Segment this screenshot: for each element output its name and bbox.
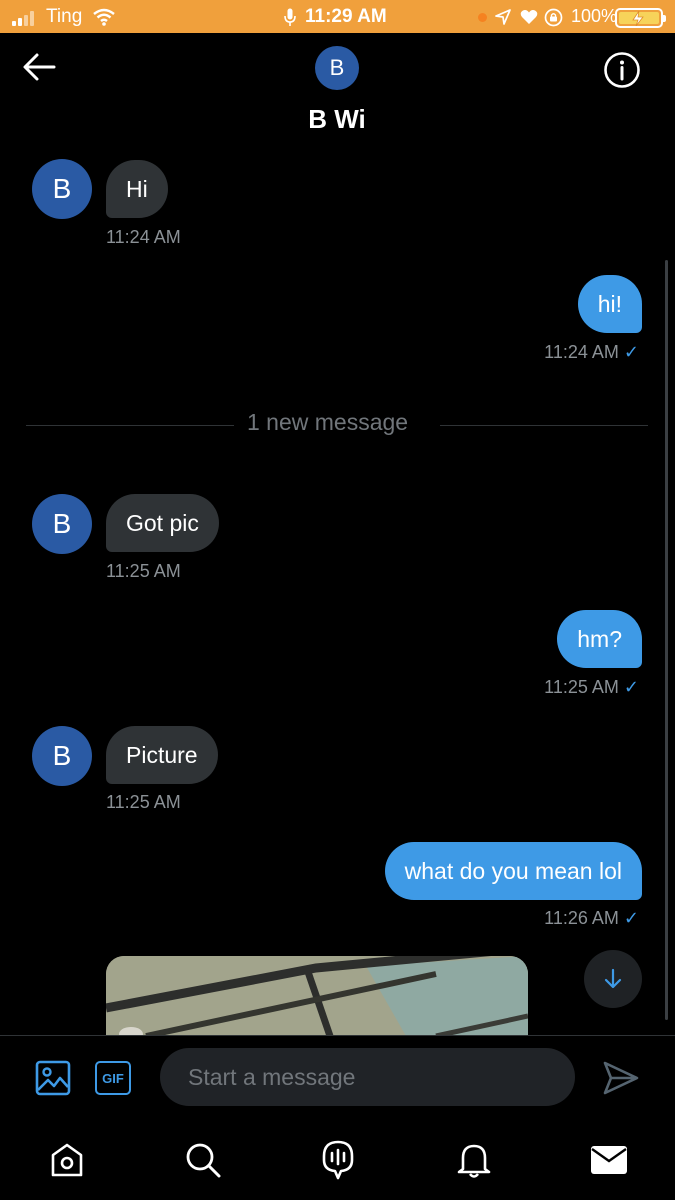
composer-divider (0, 1035, 675, 1036)
battery-icon (615, 8, 666, 28)
tab-notifications[interactable] (452, 1138, 496, 1182)
message-timestamp: 11:25 AM (106, 561, 181, 581)
info-icon[interactable] (603, 51, 641, 89)
sender-avatar-letter: B (52, 173, 72, 204)
read-check-icon: ✓ (623, 342, 639, 362)
location-icon (495, 9, 511, 25)
spaces-microphone-icon (322, 1140, 354, 1180)
new-message-divider: 1 new message (247, 409, 409, 435)
divider-line (26, 425, 234, 426)
image-icon[interactable] (35, 1060, 71, 1096)
envelope-icon (591, 1146, 627, 1174)
header-avatar-letter: B (329, 55, 345, 80)
sender-avatar-letter: B (52, 740, 72, 771)
search-icon (186, 1143, 221, 1178)
message-timestamp: 11:24 AM (106, 227, 181, 247)
message-timestamp: 11:25 AM (106, 792, 181, 812)
battery-percent: 100% (571, 6, 618, 26)
home-icon (51, 1143, 83, 1177)
message-timestamp: 11:25 AM ✓ (544, 677, 639, 698)
message-input-placeholder: Start a message (188, 1064, 356, 1090)
timestamp-text: 11:24 AM (544, 342, 619, 362)
microphone-icon (284, 8, 296, 26)
bell-icon (457, 1144, 491, 1178)
received-message-bubble[interactable]: Picture (106, 726, 218, 784)
timestamp-text: 11:25 AM (544, 677, 619, 697)
scroll-to-bottom-button[interactable] (584, 950, 642, 1008)
sender-avatar[interactable]: B (32, 726, 92, 786)
arrow-down-icon (604, 968, 622, 989)
send-icon[interactable] (602, 1060, 640, 1096)
sent-message-bubble[interactable]: what do you mean lol (384, 842, 642, 900)
sender-avatar[interactable]: B (32, 494, 92, 554)
received-message-bubble[interactable]: Got pic (106, 494, 219, 552)
sent-message-bubble[interactable]: hi! (577, 275, 642, 333)
gif-button[interactable]: GIF (95, 1061, 131, 1095)
tab-spaces[interactable] (316, 1138, 360, 1182)
carrier-label: Ting (46, 6, 83, 27)
status-bar: Ting 11:29 AM 100% (0, 0, 675, 33)
sender-avatar[interactable]: B (32, 159, 92, 219)
message-timestamp: 11:24 AM ✓ (544, 342, 639, 363)
sent-message-bubble[interactable]: hm? (557, 610, 642, 668)
header-avatar[interactable]: B (315, 46, 359, 90)
photo-thumbnail (106, 956, 528, 1036)
back-arrow-icon[interactable] (22, 52, 56, 82)
signal-icon (12, 10, 38, 26)
conversation-title[interactable]: B Wi (237, 104, 437, 135)
recording-dot (478, 13, 487, 22)
tab-search[interactable] (181, 1138, 225, 1182)
timestamp-text: 11:26 AM (544, 908, 619, 928)
divider-line (440, 425, 648, 426)
tab-home[interactable] (45, 1138, 89, 1182)
status-time: 11:29 AM (305, 6, 387, 27)
tab-messages[interactable] (587, 1138, 631, 1182)
gif-label: GIF (102, 1070, 124, 1086)
wifi-icon (93, 8, 115, 26)
heart-icon (520, 10, 538, 24)
rotation-lock-icon (544, 8, 563, 27)
sender-avatar-letter: B (52, 508, 72, 539)
message-timestamp: 11:26 AM ✓ (544, 908, 639, 929)
received-message-bubble[interactable]: Hi (106, 160, 168, 218)
scrollbar[interactable] (665, 260, 668, 1020)
image-message[interactable] (106, 956, 528, 1036)
read-check-icon: ✓ (623, 908, 639, 928)
message-input[interactable]: Start a message (160, 1048, 575, 1106)
read-check-icon: ✓ (623, 677, 639, 697)
